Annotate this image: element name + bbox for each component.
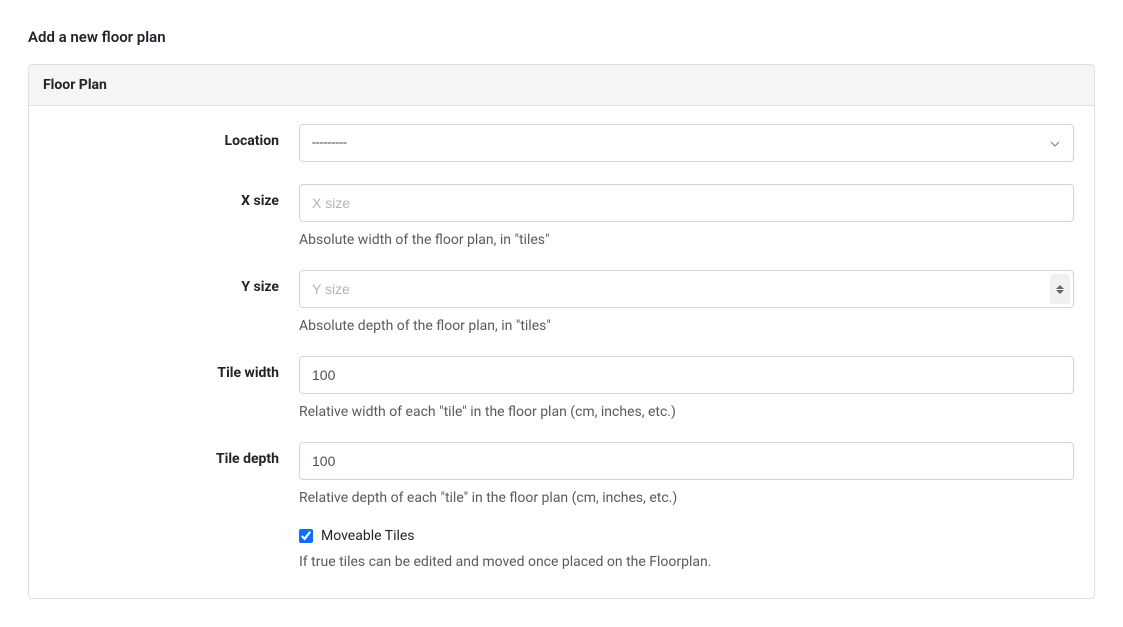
ysize-input[interactable]: [299, 270, 1074, 308]
tiledepth-input[interactable]: [299, 442, 1074, 480]
location-select[interactable]: ---------: [299, 124, 1074, 162]
tilewidth-input[interactable]: [299, 356, 1074, 394]
xsize-help: Absolute width of the floor plan, in "ti…: [299, 232, 1074, 248]
xsize-input[interactable]: [299, 184, 1074, 222]
tilewidth-row: Tile width Relative width of each "tile"…: [49, 356, 1074, 420]
panel-header: Floor Plan: [29, 65, 1094, 106]
moveable-label: Moveable Tiles: [321, 528, 415, 544]
tiledepth-help: Relative depth of each "tile" in the flo…: [299, 490, 1074, 506]
tilewidth-help: Relative width of each "tile" in the flo…: [299, 404, 1074, 420]
moveable-checkbox[interactable]: [299, 529, 313, 543]
floor-plan-panel: Floor Plan Location --------- X size: [28, 64, 1095, 599]
ysize-label: Y size: [49, 270, 299, 295]
location-select-value: ---------: [312, 135, 347, 151]
moveable-row: Moveable Tiles If true tiles can be edit…: [49, 528, 1074, 570]
tilewidth-label: Tile width: [49, 356, 299, 381]
location-row: Location ---------: [49, 124, 1074, 162]
ysize-stepper[interactable]: [1050, 274, 1070, 304]
moveable-help: If true tiles can be edited and moved on…: [299, 554, 1074, 570]
location-label: Location: [49, 124, 299, 149]
xsize-row: X size Absolute width of the floor plan,…: [49, 184, 1074, 248]
tiledepth-row: Tile depth Relative depth of each "tile"…: [49, 442, 1074, 506]
ysize-help: Absolute depth of the floor plan, in "ti…: [299, 318, 1074, 334]
arrow-down-icon: [1056, 290, 1064, 294]
moveable-spacer: [49, 528, 299, 537]
xsize-label: X size: [49, 184, 299, 209]
arrow-up-icon: [1056, 285, 1064, 289]
tiledepth-label: Tile depth: [49, 442, 299, 467]
page-title: Add a new floor plan: [28, 28, 1095, 46]
ysize-row: Y size Absolute depth of the floor plan,…: [49, 270, 1074, 334]
panel-body: Location --------- X size Absolute width…: [29, 106, 1094, 598]
